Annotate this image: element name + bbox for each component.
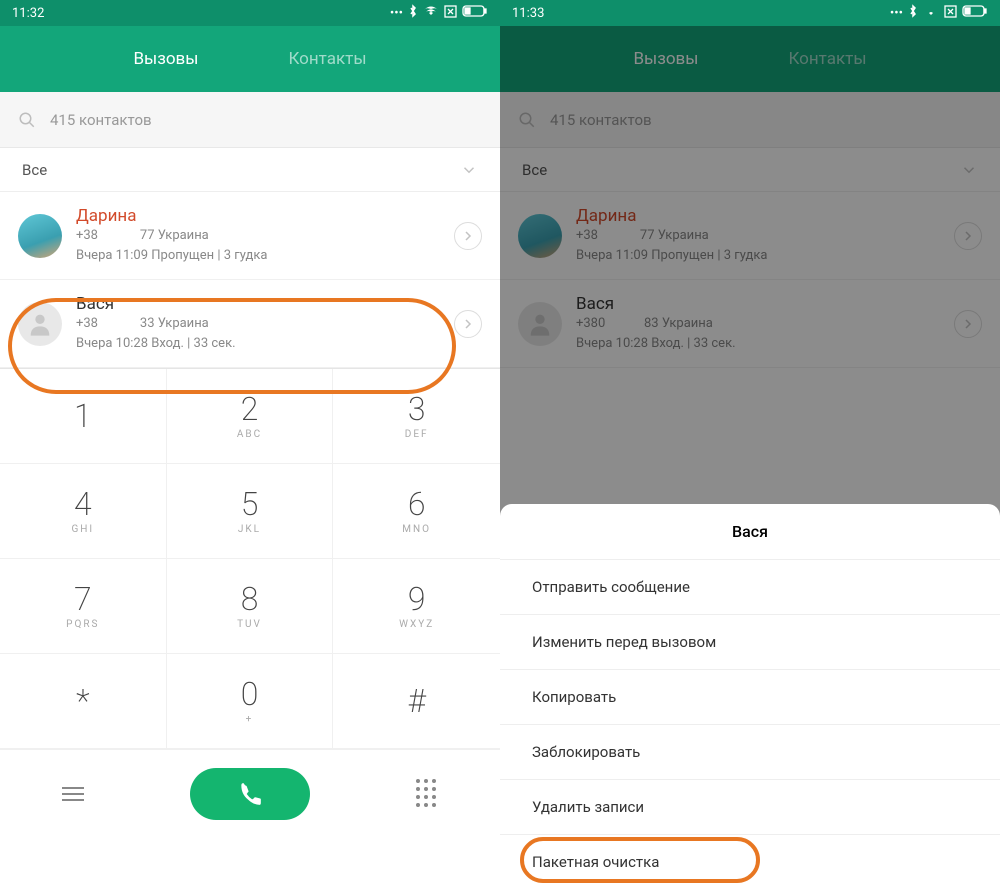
key-digit: 2 xyxy=(241,393,259,425)
avatar xyxy=(18,302,62,346)
dialpad-key-8[interactable]: 8 TUV xyxy=(167,559,334,654)
call-name: Вася xyxy=(76,294,440,314)
ctx-copy[interactable]: Копировать xyxy=(500,670,1000,725)
status-icons: ••• xyxy=(890,4,988,22)
dialpad-key-*[interactable]: * xyxy=(0,654,167,749)
key-letters: + xyxy=(246,714,254,725)
key-letters: MNO xyxy=(402,524,431,535)
search-placeholder: 415 контактов xyxy=(50,111,152,129)
status-bar: 11:32 ••• xyxy=(0,0,500,26)
key-digit: 9 xyxy=(408,583,426,615)
call-info: Вася +38 33 Украина Вчера 10:28 Вход. | … xyxy=(76,294,440,353)
bottom-bar xyxy=(0,749,500,837)
dialpad-key-0[interactable]: 0+ xyxy=(167,654,334,749)
ctx-edit-before-call[interactable]: Изменить перед вызовом xyxy=(500,615,1000,670)
bluetooth-icon xyxy=(408,4,418,22)
detail-button[interactable] xyxy=(454,310,482,338)
search-bar[interactable]: 415 контактов xyxy=(0,92,500,148)
key-letters: WXYZ xyxy=(399,619,434,630)
context-menu-title: Вася xyxy=(500,504,1000,560)
call-meta: Вчера 10:28 Вход. | 33 сек. xyxy=(76,334,440,354)
key-letters: JKL xyxy=(238,524,261,535)
tab-calls[interactable]: Вызовы xyxy=(133,49,198,69)
dialpad: 12ABC3DEF4GHI5JKL6MNO7PQRS8TUV9WXYZ*0+# xyxy=(0,368,500,749)
dialpad-key-6[interactable]: 6 MNO xyxy=(333,464,500,559)
dialpad-key-7[interactable]: 7 PQRS xyxy=(0,559,167,654)
key-digit: 5 xyxy=(241,488,259,520)
search-icon xyxy=(18,111,36,129)
ctx-block[interactable]: Заблокировать xyxy=(500,725,1000,780)
key-letters: ABC xyxy=(237,429,262,440)
key-digit: 4 xyxy=(74,488,92,520)
phone-right: 11:33 ••• Вызовы Контакты 415 контактов … xyxy=(500,0,1000,889)
status-time: 11:32 xyxy=(12,6,44,21)
key-digit: 1 xyxy=(74,400,92,432)
header-tabs: Вызовы Контакты xyxy=(0,26,500,92)
call-item-vasya[interactable]: Вася +38 33 Украина Вчера 10:28 Вход. | … xyxy=(0,280,500,368)
ctx-send-message[interactable]: Отправить сообщение xyxy=(500,560,1000,615)
more-icon: ••• xyxy=(890,6,903,21)
avatar xyxy=(18,214,62,258)
menu-button[interactable] xyxy=(43,787,103,801)
status-bar: 11:33 ••• xyxy=(500,0,1000,26)
key-digit: 3 xyxy=(408,393,426,425)
ctx-delete-records[interactable]: Удалить записи xyxy=(500,780,1000,835)
status-icons: ••• xyxy=(390,4,488,22)
phone-icon xyxy=(237,781,263,807)
dialpad-key-2[interactable]: 2 ABC xyxy=(167,369,334,464)
key-digit: * xyxy=(76,685,89,717)
dialpad-toggle[interactable] xyxy=(397,779,457,808)
call-button[interactable] xyxy=(190,768,310,820)
chevron-down-icon xyxy=(460,161,478,179)
key-letters: TUV xyxy=(237,619,262,630)
call-name: Дарина xyxy=(76,206,440,226)
bluetooth-icon xyxy=(908,4,918,22)
battery-icon xyxy=(962,5,988,21)
key-letters: GHI xyxy=(71,524,94,535)
tab-contacts[interactable]: Контакты xyxy=(288,49,366,69)
phone-left: 11:32 ••• Вызовы Контакты 415 контактов … xyxy=(0,0,500,889)
dialpad-key-3[interactable]: 3 DEF xyxy=(333,369,500,464)
dialpad-key-#[interactable]: # xyxy=(333,654,500,749)
nosim-icon xyxy=(444,5,457,22)
more-icon: ••• xyxy=(390,6,403,21)
ctx-batch-clear[interactable]: Пакетная очистка xyxy=(500,835,1000,889)
detail-button[interactable] xyxy=(454,222,482,250)
key-letters: PQRS xyxy=(66,619,99,630)
call-meta: Вчера 11:09 Пропущен | 3 гудка xyxy=(76,246,440,266)
status-time: 11:33 xyxy=(512,6,544,21)
nosim-icon xyxy=(944,5,957,22)
call-item-darina[interactable]: Дарина +38 77 Украина Вчера 11:09 Пропущ… xyxy=(0,192,500,280)
key-digit: 0 xyxy=(241,678,259,710)
filter-row[interactable]: Все xyxy=(0,148,500,192)
dialpad-key-1[interactable]: 1 xyxy=(0,369,167,464)
dialpad-key-5[interactable]: 5 JKL xyxy=(167,464,334,559)
call-number: +38 77 Украина xyxy=(76,226,440,246)
key-digit: 8 xyxy=(241,583,259,615)
call-info: Дарина +38 77 Украина Вчера 11:09 Пропущ… xyxy=(76,206,440,265)
wifi-icon xyxy=(923,5,939,21)
key-digit: 6 xyxy=(408,488,426,520)
call-number: +38 33 Украина xyxy=(76,314,440,334)
wifi-icon xyxy=(423,5,439,21)
key-digit: # xyxy=(408,685,426,717)
dialpad-key-4[interactable]: 4 GHI xyxy=(0,464,167,559)
key-digit: 7 xyxy=(74,583,92,615)
key-letters: DEF xyxy=(405,429,429,440)
call-list: Дарина +38 77 Украина Вчера 11:09 Пропущ… xyxy=(0,192,500,368)
dialpad-key-9[interactable]: 9 WXYZ xyxy=(333,559,500,654)
filter-label: Все xyxy=(22,161,47,179)
battery-icon xyxy=(462,5,488,21)
context-menu: Вася Отправить сообщение Изменить перед … xyxy=(500,504,1000,889)
